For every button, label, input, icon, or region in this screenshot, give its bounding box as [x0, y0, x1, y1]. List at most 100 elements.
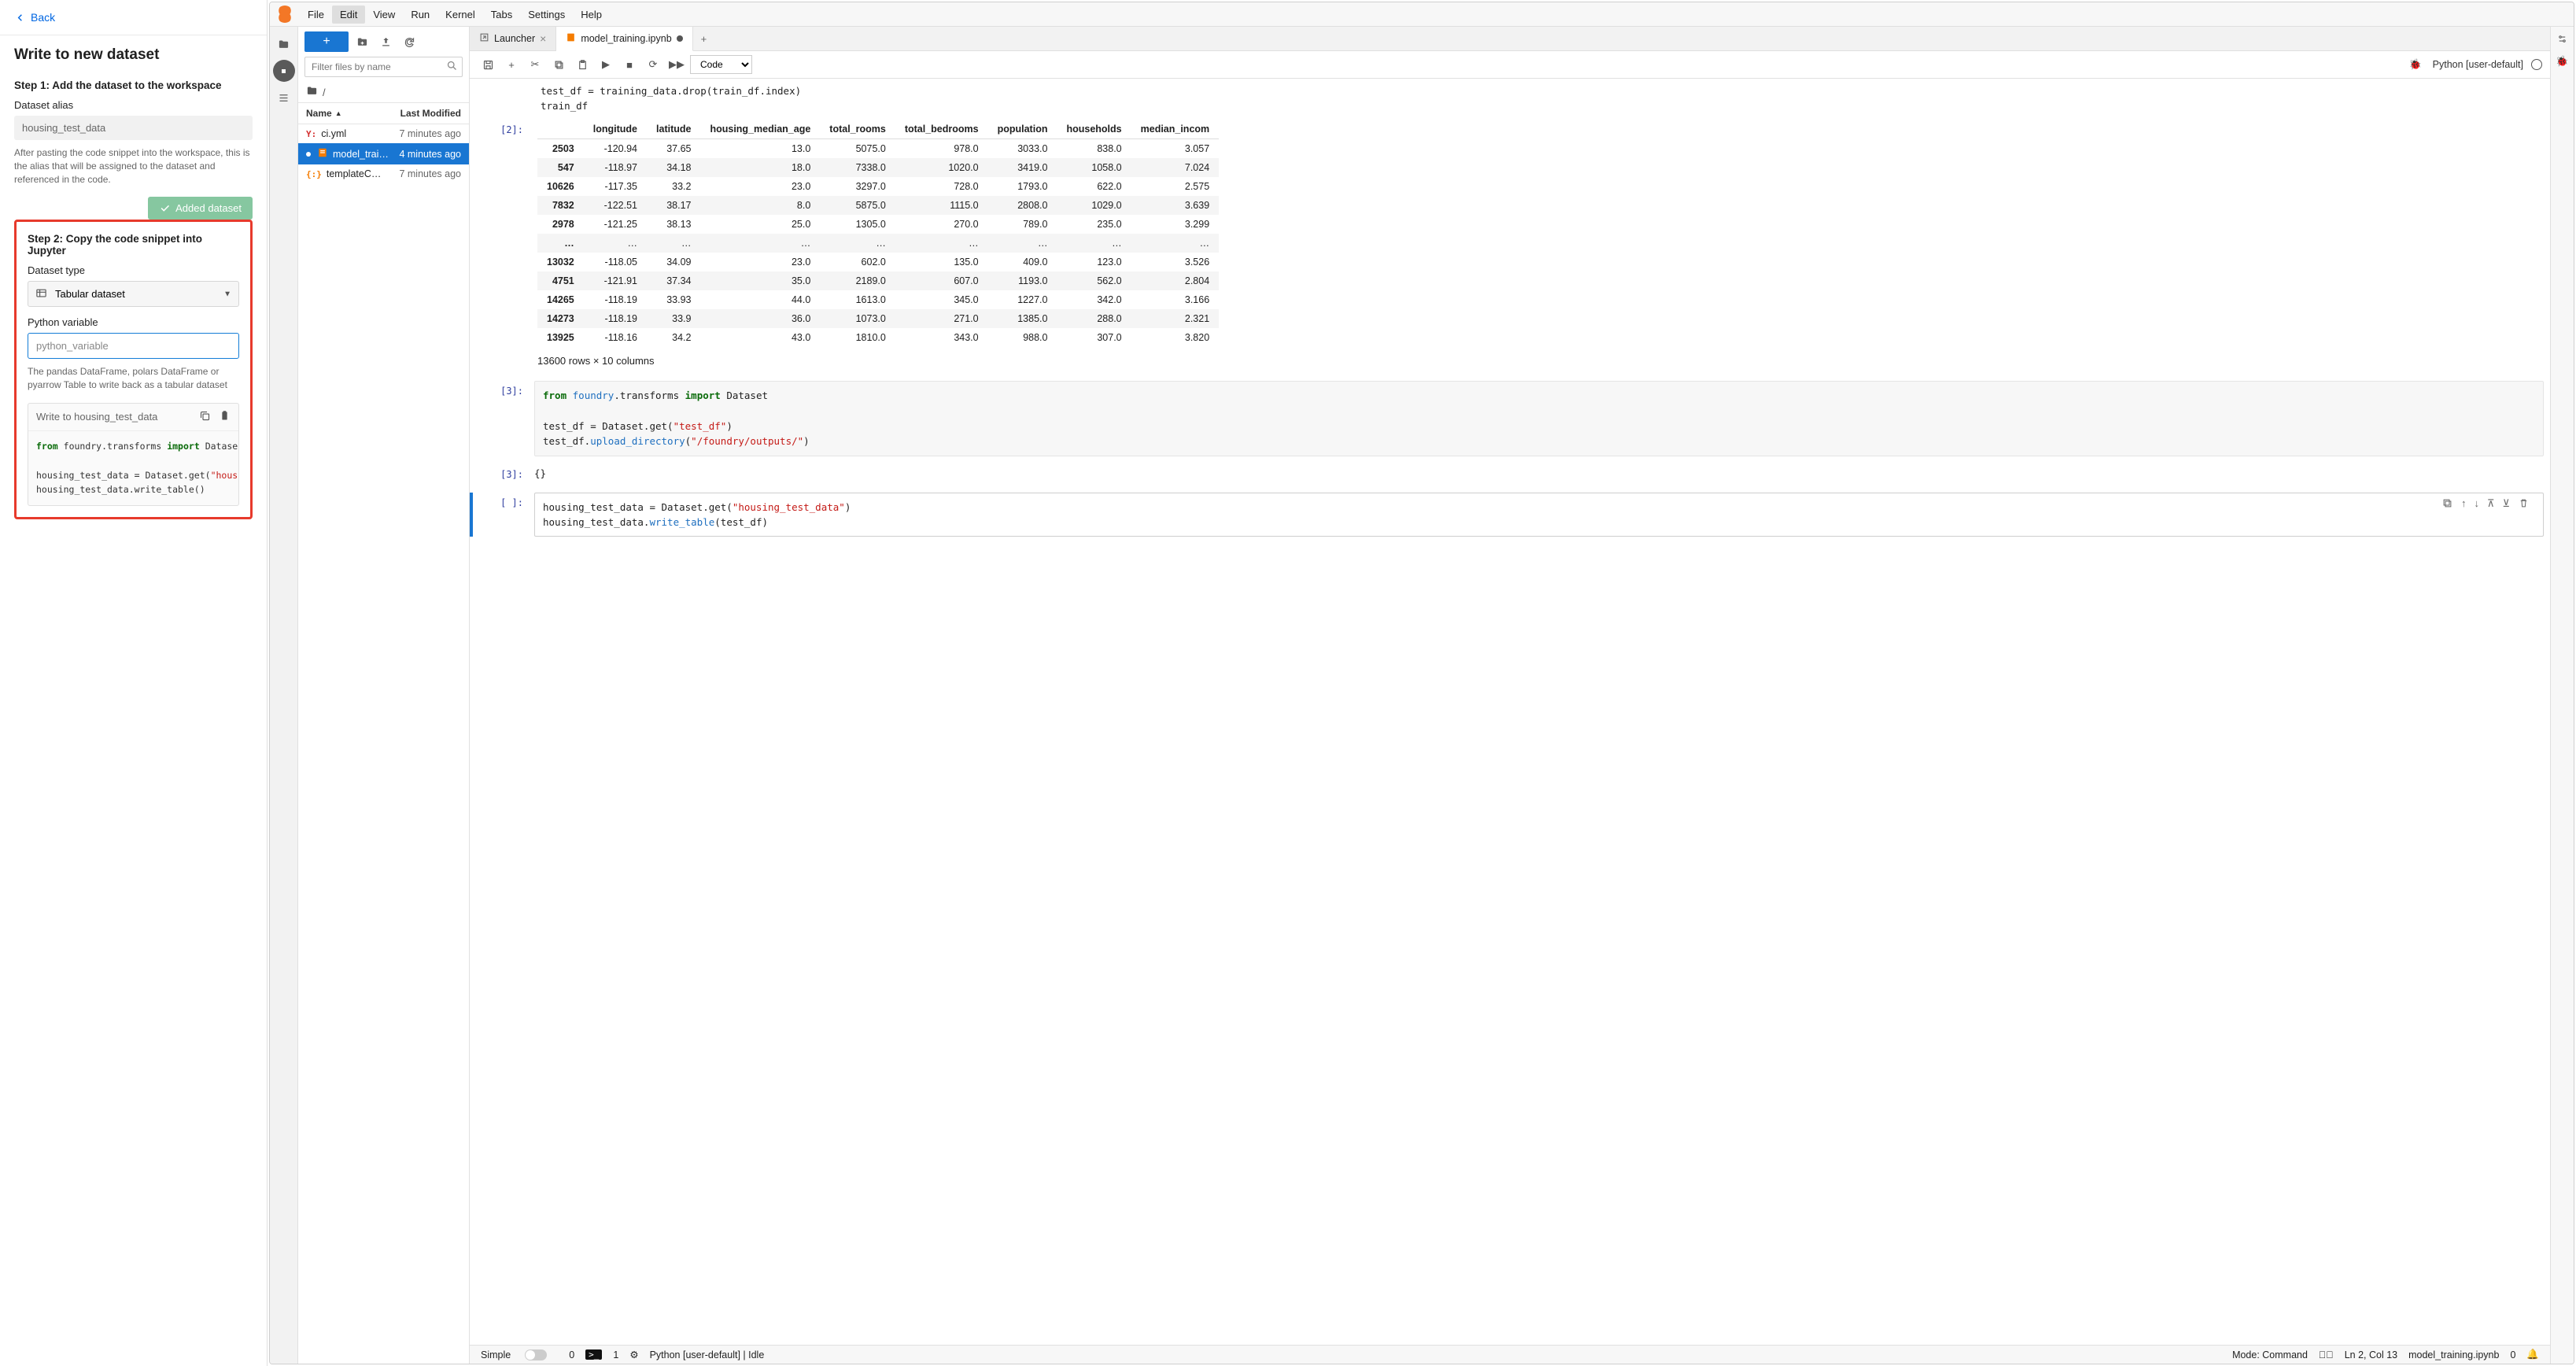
notebook-file-icon: [317, 147, 328, 161]
new-folder-icon[interactable]: [352, 31, 372, 52]
cell-type-select[interactable]: Code: [690, 55, 752, 74]
filename-status: model_training.ipynb: [2408, 1349, 2499, 1360]
input-prompt: [ ]:: [476, 493, 523, 513]
notification-count: 0: [2510, 1349, 2515, 1360]
notebook-icon: [566, 32, 576, 45]
delete-cell-icon[interactable]: [2518, 497, 2530, 511]
move-up-icon[interactable]: ↑: [2461, 497, 2467, 511]
file-row[interactable]: Y:ci.yml7 minutes ago: [298, 124, 469, 143]
python-variable-input[interactable]: [28, 333, 239, 359]
output-prompt: [2]:: [476, 120, 523, 347]
file-name: ci.yml: [321, 128, 346, 139]
terminal-icon[interactable]: >_: [585, 1349, 602, 1360]
menu-tabs[interactable]: Tabs: [483, 6, 520, 24]
copy-icon[interactable]: [199, 410, 211, 424]
copy-cell-icon[interactable]: [548, 55, 569, 74]
restart-icon[interactable]: ⟳: [643, 55, 663, 74]
editor-mode: Mode: Command: [2232, 1349, 2308, 1360]
trusted-icon[interactable]: ✓⃝: [2319, 1349, 2334, 1360]
menubar: FileEditViewRunKernelTabsSettingsHelp: [270, 2, 2574, 27]
unsaved-dot-icon[interactable]: [677, 35, 683, 42]
table-row: 7832-122.5138.178.05875.01115.02808.0102…: [537, 196, 1219, 215]
add-tab-button[interactable]: +: [693, 28, 715, 50]
folder-icon[interactable]: [306, 85, 318, 99]
move-down-icon[interactable]: ↓: [2474, 497, 2479, 511]
table-row: 4751-121.9137.3435.02189.0607.01193.0562…: [537, 271, 1219, 290]
dataset-alias-label: Dataset alias: [14, 99, 253, 111]
stop-icon[interactable]: ■: [619, 55, 640, 74]
table-row: 547-118.9734.1818.07338.01020.03419.0105…: [537, 158, 1219, 177]
status-count: 1: [613, 1349, 618, 1360]
bug-icon[interactable]: 🐞: [2408, 58, 2421, 71]
table-row: 2978-121.2538.1325.01305.0270.0789.0235.…: [537, 215, 1219, 234]
file-row[interactable]: {:}templateC…7 minutes ago: [298, 164, 469, 183]
menu-run[interactable]: Run: [403, 6, 437, 24]
table-header: total_bedrooms: [895, 120, 988, 139]
insert-above-icon[interactable]: ⊼: [2487, 497, 2495, 511]
added-dataset-button: Added dataset: [148, 197, 253, 220]
code-line: train_df: [476, 98, 2544, 113]
new-launcher-button[interactable]: +: [304, 31, 349, 52]
table-header: [537, 120, 584, 139]
yaml-file-icon: Y:: [306, 129, 316, 139]
simple-toggle[interactable]: [525, 1349, 547, 1360]
kernel-status-icon[interactable]: [2531, 59, 2542, 70]
breadcrumb[interactable]: /: [323, 87, 326, 98]
table-header: housing_median_age: [700, 120, 820, 139]
property-inspector-icon[interactable]: [2556, 33, 2568, 47]
paste-cell-icon[interactable]: [572, 55, 592, 74]
add-cell-icon[interactable]: +: [501, 55, 522, 74]
file-row[interactable]: model_trai…4 minutes ago: [298, 143, 469, 164]
code-line: test_df = training_data.drop(train_df.in…: [476, 83, 2544, 98]
output-prompt: [3]:: [476, 464, 523, 480]
list-icon[interactable]: [273, 87, 295, 109]
dataset-alias-input: [14, 116, 253, 140]
column-modified[interactable]: Last Modified: [400, 108, 461, 119]
menu-settings[interactable]: Settings: [520, 6, 573, 24]
filter-files-input[interactable]: [304, 57, 463, 77]
menu-kernel[interactable]: Kernel: [437, 6, 483, 24]
column-name[interactable]: Name: [306, 108, 332, 119]
jupyter-logo-icon: [276, 6, 293, 23]
kernel-label[interactable]: Python [user-default]: [2433, 59, 2523, 70]
dataset-type-select[interactable]: [28, 281, 239, 307]
gear-icon[interactable]: ⚙: [629, 1349, 638, 1360]
cursor-position: Ln 2, Col 13: [2345, 1349, 2397, 1360]
menu-file[interactable]: File: [300, 6, 332, 24]
tab[interactable]: model_training.ipynb: [556, 27, 692, 51]
duplicate-cell-icon[interactable]: [2441, 497, 2453, 511]
tab[interactable]: Launcher×: [470, 27, 556, 50]
code-cell[interactable]: from foundry.transforms import Dataset t…: [534, 381, 2544, 456]
close-tab-icon[interactable]: ×: [540, 32, 546, 45]
menu-edit[interactable]: Edit: [332, 6, 365, 24]
save-icon[interactable]: [478, 55, 498, 74]
run-all-icon[interactable]: ▶▶: [666, 55, 687, 74]
step1-help: After pasting the code snippet into the …: [14, 146, 253, 186]
table-icon: [35, 287, 47, 301]
menu-help[interactable]: Help: [573, 6, 610, 24]
run-icon[interactable]: ▶: [596, 55, 616, 74]
unsaved-dot-icon: [306, 152, 311, 157]
table-row: ………………………: [537, 234, 1219, 253]
back-button[interactable]: Back: [0, 0, 267, 35]
upload-icon[interactable]: [375, 31, 396, 52]
table-row: 14265-118.1933.9344.01613.0345.01227.034…: [537, 290, 1219, 309]
cut-icon[interactable]: ✂: [525, 55, 545, 74]
table-row: 14273-118.1933.936.01073.0271.01385.0288…: [537, 309, 1219, 328]
snippet-title: Write to housing_test_data: [36, 411, 157, 423]
running-icon[interactable]: [273, 60, 295, 82]
simple-toggle-label: Simple: [481, 1349, 511, 1360]
file-name: templateC…: [327, 168, 381, 179]
folder-icon[interactable]: [273, 33, 295, 55]
file-name: model_trai…: [333, 149, 389, 160]
debugger-icon[interactable]: 🐞: [2556, 55, 2568, 68]
bell-icon[interactable]: 🔔: [2526, 1349, 2539, 1360]
table-header: longitude: [584, 120, 647, 139]
menu-view[interactable]: View: [365, 6, 403, 24]
dataframe-table: longitudelatitudehousing_median_agetotal…: [537, 120, 1219, 347]
insert-below-icon[interactable]: ⊻: [2502, 497, 2510, 511]
code-cell-active[interactable]: housing_test_data = Dataset.get("housing…: [534, 493, 2544, 537]
table-header: households: [1057, 120, 1131, 139]
clipboard-icon[interactable]: [219, 410, 231, 424]
refresh-icon[interactable]: [399, 31, 419, 52]
